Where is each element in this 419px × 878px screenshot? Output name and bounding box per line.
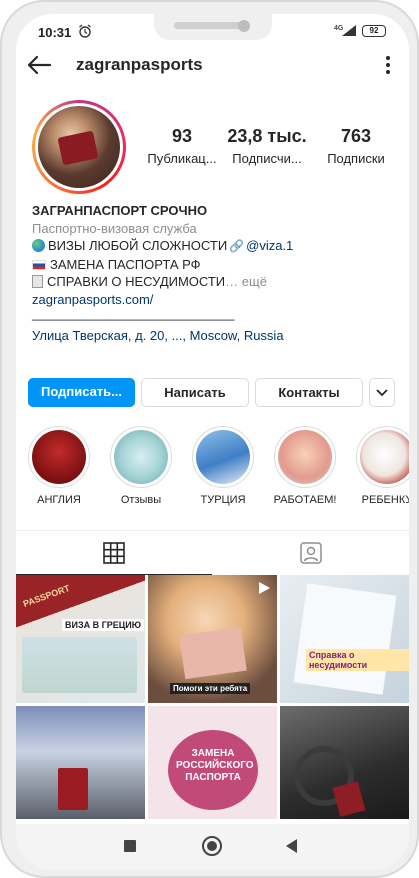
phone-frame: 10:31 4G 92 zagranpasports 93 Публикац..…: [0, 0, 419, 878]
stat-following-value: 763: [340, 126, 372, 146]
link-emoji-icon: 🔗: [229, 239, 245, 253]
bio-line-certificates: СПРАВКИ О НЕСУДИМОСТИ… ещё: [32, 273, 402, 291]
status-time: 10:31: [38, 25, 72, 40]
highlight-england[interactable]: АНГЛИЯ: [20, 426, 98, 506]
profile-bio: ЗАГРАНПАСПОРТ СРОЧНО Паспортно-визовая с…: [32, 202, 402, 344]
grid-post[interactable]: Справка о несудимости: [280, 575, 409, 703]
highlight-child[interactable]: РЕБЕНКУ: [348, 426, 409, 506]
recent-apps-icon[interactable]: [124, 840, 136, 852]
mention-link[interactable]: @viza.1: [246, 238, 293, 253]
stat-following[interactable]: 763 Подписки: [308, 126, 404, 166]
highlight-turkey-image: [196, 430, 250, 484]
bio-more-link[interactable]: … ещё: [225, 274, 267, 289]
profile-username: zagranpasports: [76, 55, 203, 74]
profile-header: zagranpasports: [16, 52, 409, 82]
grid-post[interactable]: PASSPORT ВИЗА В ГРЕЦИЮ: [16, 575, 145, 703]
chevron-down-icon: [376, 389, 388, 397]
highlight-working[interactable]: РАБОТАЕМ!: [266, 426, 344, 506]
highlight-reviews[interactable]: Отзывы: [102, 426, 180, 506]
back-triangle-icon[interactable]: [286, 839, 297, 853]
tab-tagged[interactable]: [213, 531, 409, 575]
front-camera: [238, 20, 250, 32]
tagged-person-icon: [300, 542, 322, 564]
follow-button[interactable]: Подписать...: [28, 378, 135, 407]
document-emoji-icon: [32, 275, 43, 288]
tab-grid[interactable]: [16, 531, 212, 575]
signal-icon: [342, 25, 356, 36]
stat-posts[interactable]: 93 Публикац...: [134, 126, 230, 166]
highlight-turkey-label: ТУРЦИЯ: [200, 494, 246, 506]
profile-tabs: [16, 530, 409, 575]
highlight-child-image: [360, 430, 409, 484]
battery-indicator: 92: [362, 25, 386, 37]
address-link[interactable]: Улица Тверская, д. 20, ..., Moscow, Russ…: [32, 327, 402, 345]
profile-category: Паспортно-визовая служба: [32, 220, 197, 236]
stat-followers-value: 23,8 тыс.: [227, 126, 307, 146]
highlight-child-label: РЕБЕНКУ: [361, 494, 409, 506]
bio-divider: ____________________________: [32, 306, 235, 321]
stat-followers-label: Подписчи...: [232, 151, 302, 166]
grid-post[interactable]: ЗАМЕНА РОССИЙСКОГО ПАСПОРТА: [148, 706, 277, 819]
grid-icon: [103, 541, 125, 564]
posts-grid: PASSPORT ВИЗА В ГРЕЦИЮ Помоги эти ребята…: [16, 575, 409, 819]
bio-line-passport: ЗАМЕНА ПАСПОРТА РФ: [32, 256, 402, 274]
screen: 10:31 4G 92 zagranpasports 93 Публикац..…: [16, 14, 409, 870]
stat-followers[interactable]: 23,8 тыс. Подписчи...: [219, 126, 315, 166]
highlight-turkey[interactable]: ТУРЦИЯ: [184, 426, 262, 506]
globe-emoji-icon: [32, 239, 45, 252]
highlight-reviews-label: Отзывы: [120, 494, 162, 506]
highlight-working-label: РАБОТАЕМ!: [273, 494, 337, 506]
home-icon[interactable]: [202, 836, 222, 856]
profile-avatar[interactable]: [32, 100, 126, 194]
grid-post[interactable]: [16, 706, 145, 819]
grid-post[interactable]: [280, 706, 409, 819]
post-caption-greece: ВИЗА В ГРЕЦИЮ: [62, 619, 145, 631]
post-caption-help: Помоги эти ребята: [170, 683, 251, 694]
suggested-dropdown-button[interactable]: [369, 378, 395, 407]
avatar-image: [38, 106, 120, 188]
post-caption-certificate: Справка о несудимости: [306, 649, 409, 671]
profile-name: ЗАГРАНПАСПОРТ СРОЧНО: [32, 203, 208, 218]
alarm-icon: [79, 24, 91, 38]
highlight-reviews-image: [114, 430, 168, 484]
highlight-england-image: [32, 430, 86, 484]
back-arrow-icon[interactable]: [26, 54, 52, 76]
highlight-england-label: АНГЛИЯ: [37, 494, 81, 506]
stat-posts-label: Публикац...: [147, 151, 217, 166]
android-nav-bar: [16, 824, 409, 870]
story-highlights: АНГЛИЯ Отзывы ТУРЦИЯ РАБОТАЕМ! РЕБЕНКУ: [16, 426, 409, 522]
stat-posts-value: 93: [171, 126, 193, 146]
more-options-icon[interactable]: [384, 54, 392, 76]
contacts-button[interactable]: Контакты: [255, 378, 363, 407]
russia-flag-icon: [32, 259, 46, 270]
grid-post[interactable]: Помоги эти ребята: [148, 575, 277, 703]
bio-line-visas: ВИЗЫ ЛЮБОЙ СЛОЖНОСТИ 🔗 @viza.1: [32, 237, 402, 256]
post-caption-replacement: ЗАМЕНА РОССИЙСКОГО ПАСПОРТА: [176, 748, 254, 783]
stat-following-label: Подписки: [327, 151, 385, 166]
post-caption-passport: PASSPORT: [21, 582, 72, 610]
message-button[interactable]: Написать: [141, 378, 249, 407]
highlight-working-image: [278, 430, 332, 484]
video-play-icon: [259, 582, 270, 594]
